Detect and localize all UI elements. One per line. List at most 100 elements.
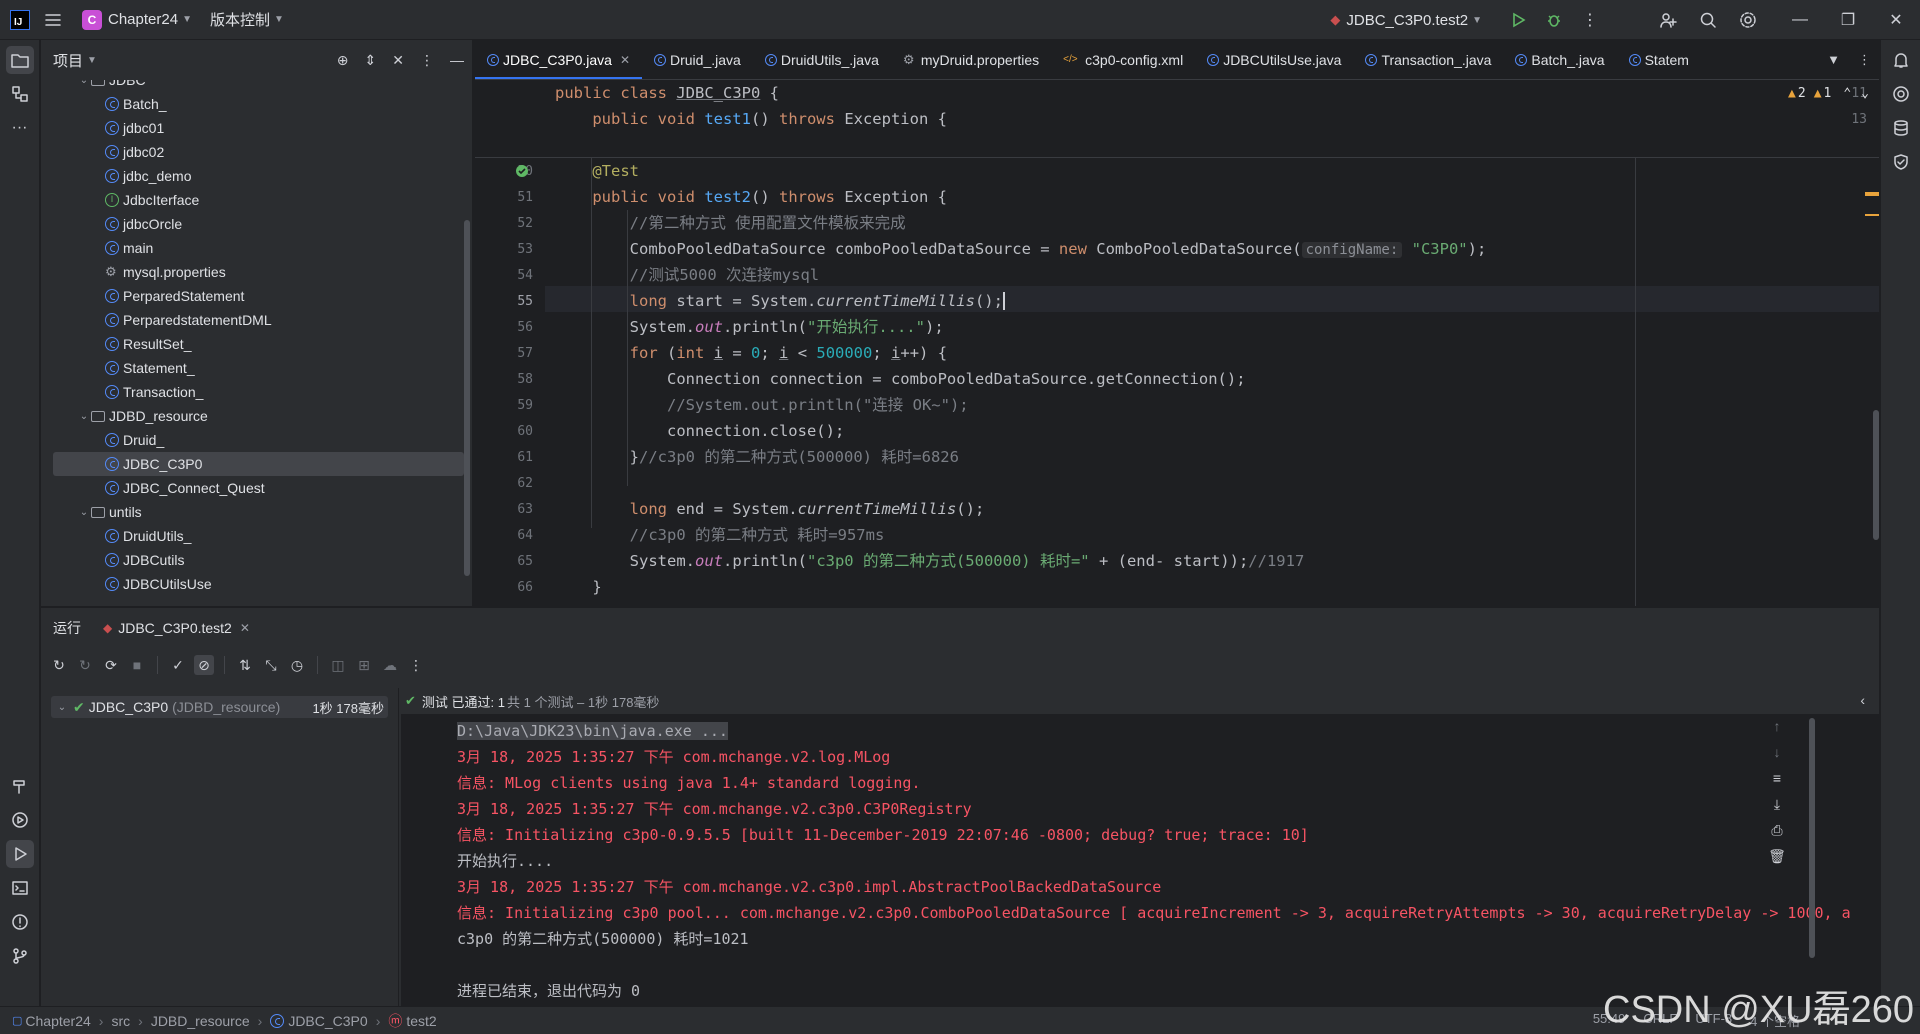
code-line-57[interactable]: for (int i = 0; i < 500000; i++) { bbox=[555, 340, 947, 366]
editor-scrollbar[interactable] bbox=[1873, 410, 1879, 540]
chevron-down-icon[interactable]: ▼ bbox=[87, 55, 97, 66]
history-icon[interactable]: ◷ bbox=[287, 655, 307, 675]
project-panel-title[interactable]: 项目 bbox=[53, 50, 83, 71]
next-highlight-icon[interactable]: ⌄ bbox=[1861, 86, 1869, 101]
breadcrumb-item[interactable]: src bbox=[111, 1013, 130, 1029]
code-line-53[interactable]: ComboPooledDataSource comboPooledDataSou… bbox=[555, 236, 1486, 262]
tree-item-untils[interactable]: ⌄ untils bbox=[41, 500, 472, 524]
show-passed-icon[interactable]: ✓ bbox=[168, 655, 188, 675]
debug-button[interactable] bbox=[1536, 0, 1572, 40]
tree-item-jdbd-resource[interactable]: ⌄ JDBD_resource bbox=[41, 404, 472, 428]
run-test-gutter-icon[interactable] bbox=[515, 164, 531, 180]
code-line-66[interactable]: } bbox=[555, 574, 601, 600]
tab-batch-java[interactable]: Batch_.java bbox=[1503, 40, 1616, 79]
tree-item-jdbciterface[interactable]: I JdbcIterface bbox=[41, 188, 472, 212]
tree-item-jdbcutils[interactable]: JDBCutils bbox=[41, 548, 472, 572]
run-button[interactable] bbox=[1500, 0, 1536, 40]
console-scrollbar[interactable] bbox=[1809, 718, 1815, 958]
services-tool-button[interactable] bbox=[6, 806, 34, 834]
tree-item-jdbc01[interactable]: jdbc01 bbox=[41, 116, 472, 140]
console[interactable]: ✔ 测试 已通过: 1 共 1 个测试 – 1秒 178毫秒 D:\Java\J… bbox=[401, 688, 1879, 1007]
breadcrumb-item[interactable]: JDBC_C3P0 bbox=[288, 1013, 367, 1029]
tree-item-jdbcorcle[interactable]: jdbcOrcle bbox=[41, 212, 472, 236]
tree-item-mysql-properties[interactable]: ⚙ mysql.properties bbox=[41, 260, 472, 284]
code-line-13[interactable]: public void test1() throws Exception { bbox=[555, 106, 947, 132]
code-line-62[interactable] bbox=[555, 470, 564, 496]
code-line-65[interactable]: System.out.println("c3p0 的第二种方式(500000) … bbox=[555, 548, 1305, 574]
security-button[interactable] bbox=[1887, 148, 1915, 176]
stop-icon[interactable]: ■ bbox=[127, 655, 147, 675]
more-vertical-icon[interactable]: ⋮ bbox=[406, 655, 426, 675]
camera-icon[interactable]: ◫ bbox=[328, 655, 348, 675]
show-ignored-icon[interactable]: ⊘ bbox=[194, 655, 214, 675]
hide-panel-icon[interactable]: — bbox=[450, 52, 464, 69]
test-node[interactable]: ⌄ ✔ JDBC_C3P0 (JDBD_resource) 1秒 178毫秒 bbox=[51, 696, 388, 718]
down-arrow-icon[interactable]: ↓ bbox=[1765, 744, 1789, 770]
code-line-63[interactable]: long end = System.currentTimeMillis(); bbox=[555, 496, 985, 522]
code-with-me-button[interactable] bbox=[1648, 0, 1688, 40]
tree-item-batch[interactable]: Batch_ bbox=[41, 92, 472, 116]
tree-item-druidutils[interactable]: DruidUtils_ bbox=[41, 524, 472, 548]
code-line-64[interactable]: //c3p0 的第二种方式 耗时=957ms bbox=[555, 522, 885, 548]
tree-item-transaction[interactable]: Transaction_ bbox=[41, 380, 472, 404]
warning-stripe-mark[interactable] bbox=[1865, 214, 1879, 216]
close-icon[interactable]: ✕ bbox=[240, 621, 250, 635]
chevron-down-icon[interactable]: ⌄ bbox=[77, 411, 91, 422]
minimize-button[interactable]: — bbox=[1776, 0, 1824, 40]
tree-item-jdbc-c3p0[interactable]: JDBC_C3P0 bbox=[53, 452, 464, 476]
chevron-down-icon[interactable]: ⌄ bbox=[77, 507, 91, 518]
tree-scrollbar[interactable] bbox=[464, 220, 470, 576]
more-actions-button[interactable]: ⋮ bbox=[1572, 0, 1608, 40]
problems-tool-button[interactable] bbox=[6, 908, 34, 936]
tree-item-main[interactable]: main bbox=[41, 236, 472, 260]
terminal-tool-button[interactable] bbox=[6, 874, 34, 902]
tab-transaction-java[interactable]: Transaction_.java bbox=[1353, 40, 1503, 79]
tree-item-jdbc-demo[interactable]: jdbc_demo bbox=[41, 164, 472, 188]
scroll-to-end-icon[interactable]: ⤓ bbox=[1765, 796, 1789, 822]
soft-wrap-icon[interactable]: ≡ bbox=[1765, 770, 1789, 796]
tab-jdbcutilsuse-java[interactable]: JDBCUtilsUse.java bbox=[1195, 40, 1353, 79]
collapse-icon[interactable]: ⤡ bbox=[261, 655, 281, 675]
code-line-55[interactable]: long start = System.currentTimeMillis(); bbox=[555, 288, 1005, 314]
sort-icon[interactable]: ⇅ bbox=[235, 655, 255, 675]
code-line-51[interactable]: public void test2() throws Exception { bbox=[555, 184, 947, 210]
inspection-indicators[interactable]: ▲ 2 ▲ 1 ⌃ ⌄ bbox=[1788, 86, 1869, 101]
code-line-11[interactable]: public class JDBC_C3P0 { bbox=[555, 80, 779, 106]
project-switcher[interactable]: C Chapter24 ▼ bbox=[82, 9, 192, 30]
print-icon[interactable]: ⎙ bbox=[1765, 822, 1789, 848]
restore-button[interactable]: ❐ bbox=[1824, 0, 1872, 40]
search-everywhere-button[interactable] bbox=[1688, 0, 1728, 40]
git-tool-button[interactable] bbox=[6, 942, 34, 970]
breadcrumb-item[interactable]: Chapter24 bbox=[25, 1013, 90, 1029]
tree-item-perparedstatementdml[interactable]: PerparedstatementDML bbox=[41, 308, 472, 332]
database-button[interactable] bbox=[1887, 114, 1915, 142]
code-line-61[interactable]: }//c3p0 的第二种方式(500000) 耗时=6826 bbox=[555, 444, 959, 470]
vcs-menu[interactable]: 版本控制 ▼ bbox=[210, 9, 284, 30]
collapse-all-icon[interactable]: ✕ bbox=[392, 52, 404, 69]
run-config-selector[interactable]: ◆ JDBC_C3P0.test2 ▼ bbox=[1330, 12, 1482, 29]
tab-druidutils-java[interactable]: DruidUtils_.java bbox=[753, 40, 891, 79]
expand-all-icon[interactable]: ⇕ bbox=[365, 52, 377, 69]
code-line-59[interactable]: //System.out.println("连接 OK~"); bbox=[555, 392, 969, 418]
project-tool-button[interactable] bbox=[5, 46, 34, 74]
tree-item-jdbcutilsuse[interactable]: JDBCUtilsUse bbox=[41, 572, 472, 596]
chevron-down-icon[interactable]: ⌄ bbox=[77, 80, 91, 86]
code-line-58[interactable]: Connection connection = comboPooledDataS… bbox=[555, 366, 1246, 392]
breadcrumb-item[interactable]: JDBD_resource bbox=[151, 1013, 250, 1029]
structure-tool-button[interactable] bbox=[6, 80, 34, 108]
tabs-more-icon[interactable]: ⋮ bbox=[1858, 52, 1871, 68]
notifications-button[interactable] bbox=[1887, 46, 1915, 74]
close-icon[interactable]: ✕ bbox=[620, 53, 630, 67]
tab-statem[interactable]: Statem bbox=[1617, 40, 1701, 79]
tab-druid-java[interactable]: Druid_.java bbox=[642, 40, 753, 79]
tab-c3p0-config-xml[interactable]: </> c3p0-config.xml bbox=[1051, 40, 1195, 79]
import-icon[interactable]: ☁ bbox=[380, 655, 400, 675]
code-area[interactable]: public class JDBC_C3P0 { public void tes… bbox=[475, 80, 1879, 606]
build-tool-button[interactable] bbox=[6, 772, 34, 800]
code-line-56[interactable]: System.out.println("开始执行...."); bbox=[555, 314, 944, 340]
breadcrumb-item[interactable]: test2 bbox=[406, 1013, 436, 1029]
rerun-icon[interactable]: ↻ bbox=[49, 655, 69, 675]
chevron-down-icon[interactable]: ⌄ bbox=[55, 702, 69, 713]
trash-icon[interactable]: 🗑 bbox=[1765, 848, 1789, 874]
settings-button[interactable] bbox=[1728, 0, 1768, 40]
